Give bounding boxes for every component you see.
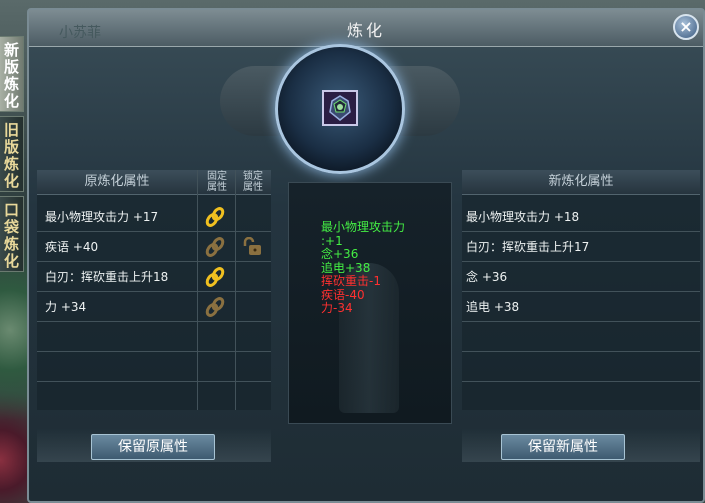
lock-attribute-header: 锁定 属性 [235, 171, 271, 193]
tab-old-refine[interactable]: 旧 版 炼 化 [0, 116, 24, 192]
preview-line-loss: 挥砍重击-1 [321, 274, 381, 288]
original-attribute-row[interactable]: 最小物理攻击力 +17 [37, 202, 271, 232]
close-button[interactable]: × [673, 14, 699, 40]
attribute-text: 力 +34 [45, 300, 87, 314]
new-attributes-header: 新炼化属性 [462, 170, 700, 195]
original-attribute-row [37, 322, 271, 352]
tab-label-char: 化 [3, 172, 19, 190]
new-attribute-row [462, 352, 700, 382]
attribute-text: 疾语 +40 [45, 240, 99, 254]
attribute-text: 最小物理攻击力 +18 [466, 210, 580, 224]
tab-label-char: 旧 [3, 121, 19, 139]
attribute-text: 白刃：挥砍重击上升17 [466, 240, 590, 254]
attribute-text: 最小物理攻击力 +17 [45, 210, 159, 224]
tab-label-char: 炼 [3, 235, 19, 253]
new-attribute-row: 追电 +38 [462, 292, 700, 322]
chain-bronze-icon[interactable] [205, 236, 225, 258]
header-line: 属性 [243, 182, 263, 193]
armor-item-icon [324, 92, 356, 124]
fixed-attribute-header: 固定 属性 [199, 171, 235, 193]
refine-preview-text: 最小物理攻击力 :+1 念+36 追电+38 挥砍重击-1 疾语-40 力-34 [321, 220, 406, 316]
tab-label-char: 新 [3, 41, 19, 59]
item-orb-area [220, 36, 460, 176]
new-attribute-row: 白刃：挥砍重击上升17 [462, 232, 700, 262]
preview-line-loss: 力-34 [321, 301, 353, 315]
new-attributes-title: 新炼化属性 [548, 174, 614, 189]
attribute-text: 念 +36 [466, 270, 508, 284]
tab-label-char: 袋 [3, 218, 19, 236]
header-line: 属性 [207, 182, 227, 193]
tab-label-char: 化 [3, 92, 19, 110]
refine-preview-box: 最小物理攻击力 :+1 念+36 追电+38 挥砍重击-1 疾语-40 力-34 [288, 182, 452, 424]
preview-line-gain: 念+36 [321, 247, 359, 261]
preview-line-loss: 疾语-40 [321, 287, 365, 302]
new-attribute-row [462, 322, 700, 352]
keep-original-button[interactable]: 保留原属性 [91, 434, 215, 460]
original-attributes-panel: 原炼化属性 固定 属性 锁定 属性 最小物理攻击力 +17 疾语 +40 白刃： [37, 170, 271, 410]
new-attribute-row: 念 +36 [462, 262, 700, 292]
preview-line-gain: 追电+38 [321, 260, 371, 275]
tab-label-char: 炼 [3, 155, 19, 173]
header-line: 固定 [207, 171, 227, 182]
original-attributes-title: 原炼化属性 [84, 174, 150, 189]
new-attributes-panel: 新炼化属性 最小物理攻击力 +18 白刃：挥砍重击上升17 念 +36 追电 +… [462, 170, 700, 410]
new-attribute-row: 最小物理攻击力 +18 [462, 202, 700, 232]
keep-new-button[interactable]: 保留新属性 [501, 434, 625, 460]
attribute-text: 追电 +38 [466, 300, 520, 314]
padlock-open-icon[interactable] [241, 237, 263, 257]
tab-label-char: 版 [3, 58, 19, 76]
chain-bronze-icon[interactable] [205, 296, 225, 318]
header-line: 锁定 [243, 171, 263, 182]
chain-gold-icon[interactable] [205, 206, 225, 228]
preview-line-gain: :+1 [321, 233, 343, 248]
chain-gold-icon[interactable] [205, 266, 225, 288]
original-attribute-row [37, 352, 271, 382]
attribute-text: 白刃：挥砍重击上升18 [45, 270, 169, 284]
tab-new-refine[interactable]: 新 版 炼 化 [0, 36, 24, 112]
original-attribute-row[interactable]: 疾语 +40 [37, 232, 271, 262]
tab-label-char: 口 [3, 201, 19, 219]
preview-line-gain: 最小物理攻击力 [321, 220, 406, 234]
tab-label-char: 化 [3, 252, 19, 270]
original-attribute-row[interactable]: 力 +34 [37, 292, 271, 322]
tab-label-char: 版 [3, 138, 19, 156]
close-icon: × [679, 17, 693, 36]
tab-label-char: 炼 [3, 75, 19, 93]
item-slot[interactable] [322, 90, 358, 126]
original-attribute-row[interactable]: 白刃：挥砍重击上升18 [37, 262, 271, 292]
tab-pocket-refine[interactable]: 口 袋 炼 化 [0, 196, 24, 272]
